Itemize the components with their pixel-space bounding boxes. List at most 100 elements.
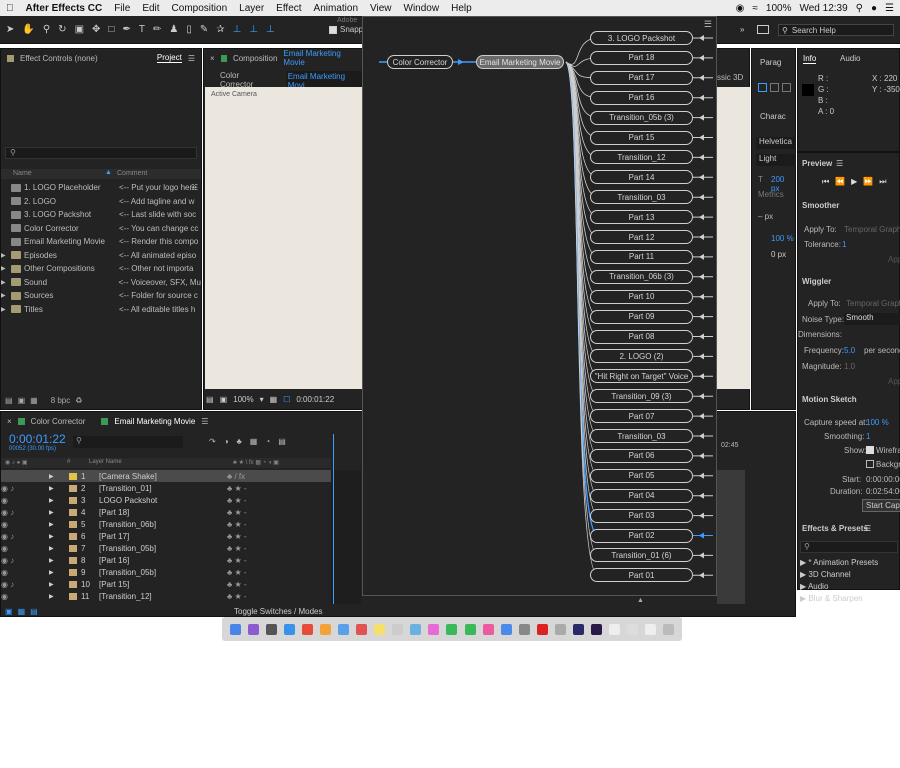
- textedit-icon[interactable]: [609, 623, 621, 635]
- disclosure-triangle-icon[interactable]: ▶: [1, 252, 11, 259]
- label-swatch[interactable]: [69, 580, 77, 588]
- panel-menu-icon[interactable]: ☰: [201, 417, 208, 426]
- menu-animation[interactable]: Animation: [308, 3, 364, 14]
- axis-view-icon[interactable]: ⊥: [266, 24, 275, 35]
- brush-tool-icon[interactable]: ✏: [153, 24, 161, 35]
- flowchart-node[interactable]: Part 02: [590, 528, 693, 543]
- workspace-chevron-icon[interactable]: »: [740, 25, 744, 34]
- rotate-tool-icon[interactable]: ↻: [58, 24, 66, 35]
- close-icon[interactable]: ×: [210, 54, 215, 63]
- list-item[interactable]: ▶ Blur & Sharpen: [800, 593, 878, 605]
- table-row[interactable]: ◉ ▶ 3 LOGO Packshot ♣ ★ -: [1, 494, 331, 506]
- new-comp-icon[interactable]: ▦: [30, 396, 38, 405]
- camera-tool-icon[interactable]: ▣: [75, 24, 84, 35]
- photos-icon[interactable]: [428, 623, 440, 635]
- flowchart-node[interactable]: 2. LOGO (2): [590, 349, 693, 364]
- toggle-switches-modes[interactable]: Toggle Switches / Modes: [234, 607, 323, 616]
- panel-menu-icon[interactable]: ☰: [864, 524, 871, 533]
- type-tool-icon[interactable]: T: [139, 24, 145, 35]
- list-item[interactable]: ▶ Sound <-- Voiceover, SFX, Mu: [1, 276, 201, 290]
- shy-icon[interactable]: ♣: [237, 437, 242, 446]
- flowchart-node[interactable]: Part 14: [590, 170, 693, 185]
- roto-tool-icon[interactable]: ✎: [200, 24, 208, 35]
- label-swatch[interactable]: [69, 508, 77, 516]
- flowchart-node[interactable]: Transition_05b (3): [590, 110, 693, 125]
- flowchart-node[interactable]: Part 15: [590, 130, 693, 145]
- firefox-icon[interactable]: [319, 623, 331, 635]
- start-capture-button[interactable]: Start Capture: [862, 499, 900, 512]
- messages-icon[interactable]: [446, 623, 458, 635]
- transfer-controls-icon[interactable]: ▦: [18, 607, 26, 616]
- prev-frame-icon[interactable]: ⏪: [835, 177, 845, 187]
- creative-cloud-icon[interactable]: ◉: [736, 3, 745, 14]
- last-frame-icon[interactable]: ⏭: [879, 177, 886, 187]
- flowchart-node[interactable]: Part 05: [590, 468, 693, 483]
- flowchart-node[interactable]: Part 11: [590, 249, 693, 264]
- table-row[interactable]: ◉ ▶ 7 [Transition_05b] ♣ ★ -: [1, 542, 331, 554]
- table-row[interactable]: ◉ ♪ ▶ 8 [Part 16] ♣ ★ -: [1, 554, 331, 566]
- tab-project[interactable]: Project: [156, 53, 182, 63]
- spotlight-icon[interactable]: ⚲: [856, 3, 863, 14]
- reminders-icon[interactable]: [392, 623, 404, 635]
- flowchart-node[interactable]: 3. LOGO Packshot: [590, 31, 693, 45]
- calendar-icon[interactable]: [356, 623, 368, 635]
- safari-icon[interactable]: [283, 623, 295, 635]
- effects-search-input[interactable]: ⚲: [800, 541, 898, 553]
- maps-icon[interactable]: [410, 623, 422, 635]
- pan-tool-icon[interactable]: ✥: [92, 24, 100, 35]
- align-right-icon[interactable]: [782, 83, 791, 92]
- tolerance-value[interactable]: 1: [842, 240, 846, 249]
- label-swatch[interactable]: [69, 484, 77, 492]
- chevron-down-icon[interactable]: ▾: [260, 395, 264, 404]
- launchpad-icon[interactable]: [265, 623, 277, 635]
- menu-file[interactable]: File: [108, 3, 136, 14]
- align-center-icon[interactable]: [770, 83, 779, 92]
- clock[interactable]: Wed 12:39: [799, 3, 847, 14]
- itunes-icon[interactable]: [482, 623, 494, 635]
- tab-audio[interactable]: Audio: [840, 54, 860, 63]
- notification-icon[interactable]: ☰: [885, 3, 894, 14]
- eraser-tool-icon[interactable]: ▯: [186, 24, 192, 35]
- flowchart-node[interactable]: Part 18: [590, 50, 693, 65]
- wireframe-checkbox[interactable]: [866, 446, 874, 454]
- trash-dock-icon[interactable]: [663, 623, 675, 635]
- panel-menu-icon[interactable]: ☰: [188, 54, 195, 63]
- menu-view[interactable]: View: [364, 3, 398, 14]
- flowchart-node[interactable]: Part 16: [590, 90, 693, 105]
- label-swatch[interactable]: [69, 532, 77, 540]
- flowchart-node[interactable]: Part 06: [590, 448, 693, 463]
- premiere-icon[interactable]: [591, 623, 603, 635]
- smoother-apply-button[interactable]: Apply: [888, 255, 900, 264]
- renderer-label[interactable]: ssic 3D: [717, 73, 743, 82]
- menu-window[interactable]: Window: [398, 3, 446, 14]
- column-comment[interactable]: Comment: [117, 170, 147, 177]
- flowchart-node[interactable]: Transition_06b (3): [590, 269, 693, 284]
- timeline-track-area[interactable]: [331, 434, 361, 604]
- flowchart-node[interactable]: Part 12: [590, 230, 693, 244]
- label-swatch[interactable]: [69, 520, 77, 528]
- label-swatch[interactable]: [69, 568, 77, 576]
- notes-icon[interactable]: [374, 623, 386, 635]
- comp-timecode[interactable]: 0:00:01:22: [296, 395, 334, 404]
- table-row[interactable]: ◉ ♪ ▶ 2 [Transition_01] ♣ ★ -: [1, 482, 331, 494]
- background-checkbox[interactable]: [866, 460, 874, 468]
- axis-local-icon[interactable]: ⊥: [233, 24, 242, 35]
- wiggler-temporal-select[interactable]: Temporal Graph: [846, 299, 900, 308]
- table-row[interactable]: ◉ ♪ ▶ 4 [Part 18] ♣ ★ -: [1, 506, 331, 518]
- clone-tool-icon[interactable]: ♟: [169, 24, 178, 35]
- acrobat-icon[interactable]: [536, 623, 548, 635]
- disclosure-triangle-icon[interactable]: ▶: [1, 292, 11, 299]
- font-family-select[interactable]: Helvetica: [756, 137, 796, 149]
- list-item[interactable]: Email Marketing Movie <-- Render this com…: [1, 235, 201, 249]
- disclosure-triangle-icon[interactable]: ▶: [1, 265, 11, 272]
- column-name[interactable]: Name: [13, 170, 32, 177]
- paragraph-tab[interactable]: Parag: [760, 58, 781, 67]
- apple-icon[interactable]: : [0, 3, 20, 14]
- list-item[interactable]: 2. LOGO <-- Add tagline and w: [1, 195, 201, 209]
- label-swatch[interactable]: [69, 544, 77, 552]
- flowchart-node[interactable]: Part 08: [590, 329, 693, 344]
- font-style-select[interactable]: Light: [756, 154, 796, 166]
- facetime-icon[interactable]: [464, 623, 476, 635]
- list-item[interactable]: ▶ Episodes <-- All animated episo: [1, 249, 201, 263]
- preview-app-icon[interactable]: [554, 623, 566, 635]
